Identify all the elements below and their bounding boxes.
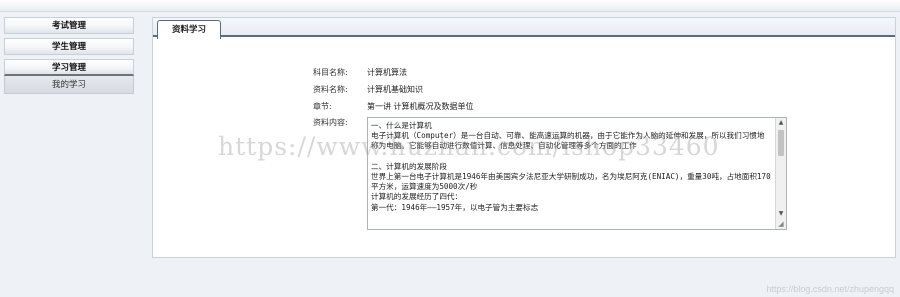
sidebar-item-exam-management[interactable]: 考试管理 <box>4 17 134 34</box>
main-panel: 资料学习 科目名称: 计算机算法 资料名称: 计算机基础知识 章节: 第一讲 计… <box>152 17 896 258</box>
tab-strip: 资料学习 <box>153 17 895 39</box>
material-row: 资料名称: 计算机基础知识 <box>313 82 787 98</box>
subject-value: 计算机算法 <box>367 68 407 77</box>
scroll-thumb[interactable] <box>778 130 784 156</box>
resize-grip-icon[interactable]: ◢ <box>776 219 786 229</box>
chapter-value: 第一讲 计算机概况及数据单位 <box>367 102 474 111</box>
sidebar-item-student-management[interactable]: 学生管理 <box>4 38 134 55</box>
tab-label: 资料学习 <box>171 25 206 35</box>
material-value: 计算机基础知识 <box>367 85 423 94</box>
scroll-down-icon[interactable]: ▼ <box>776 209 786 219</box>
content-textarea[interactable]: 一、什么是计算机 电子计算机（Computer）是一台自动、可靠、能高速运算的机… <box>367 117 787 230</box>
sidebar-item-label: 考试管理 <box>51 21 86 31</box>
material-label: 资料名称: <box>313 85 348 94</box>
tab-material-study[interactable]: 资料学习 <box>157 20 221 39</box>
textarea-scrollbar[interactable]: ▲ ▼ ◢ <box>775 118 786 229</box>
sidebar-subitem-label: 我的学习 <box>51 80 86 90</box>
content-label: 资料内容: <box>313 118 348 127</box>
material-form: 科目名称: 计算机算法 资料名称: 计算机基础知识 章节: 第一讲 计算机概况及… <box>313 65 787 230</box>
sidebar-item-label: 学习管理 <box>51 63 86 73</box>
scroll-up-icon[interactable]: ▲ <box>776 118 786 128</box>
subject-label: 科目名称: <box>313 68 348 77</box>
chapter-row: 章节: 第一讲 计算机概况及数据单位 <box>313 99 787 115</box>
sidebar-item-study-management[interactable]: 学习管理 <box>4 59 134 76</box>
credit-text: https://blog.csdn.net/zhupengqq <box>766 284 894 294</box>
sidebar: 考试管理 学生管理 学习管理 我的学习 <box>4 17 134 94</box>
sidebar-item-label: 学生管理 <box>51 42 86 52</box>
chapter-label: 章节: <box>313 102 332 111</box>
top-header-bar <box>0 0 900 12</box>
subject-row: 科目名称: 计算机算法 <box>313 65 787 81</box>
content-text: 一、什么是计算机 电子计算机（Computer）是一台自动、可靠、能高速运算的机… <box>371 121 771 212</box>
content-row: 资料内容: 一、什么是计算机 电子计算机（Computer）是一台自动、可靠、能… <box>313 117 787 230</box>
sidebar-subitem-my-study[interactable]: 我的学习 <box>4 76 134 94</box>
